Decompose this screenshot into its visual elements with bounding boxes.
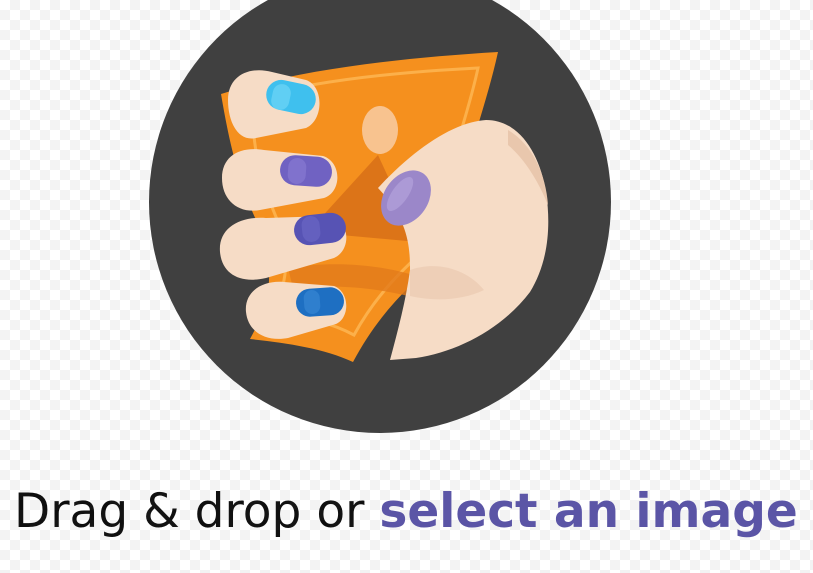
- select-image-link[interactable]: select an image: [379, 484, 797, 539]
- hand-holding-cash-icon: [149, 0, 611, 433]
- image-dropzone[interactable]: Drag & drop or select an image: [0, 0, 813, 573]
- dropzone-prompt-text: Drag & drop or: [14, 484, 380, 539]
- dropzone-prompt: Drag & drop or select an image: [14, 484, 798, 540]
